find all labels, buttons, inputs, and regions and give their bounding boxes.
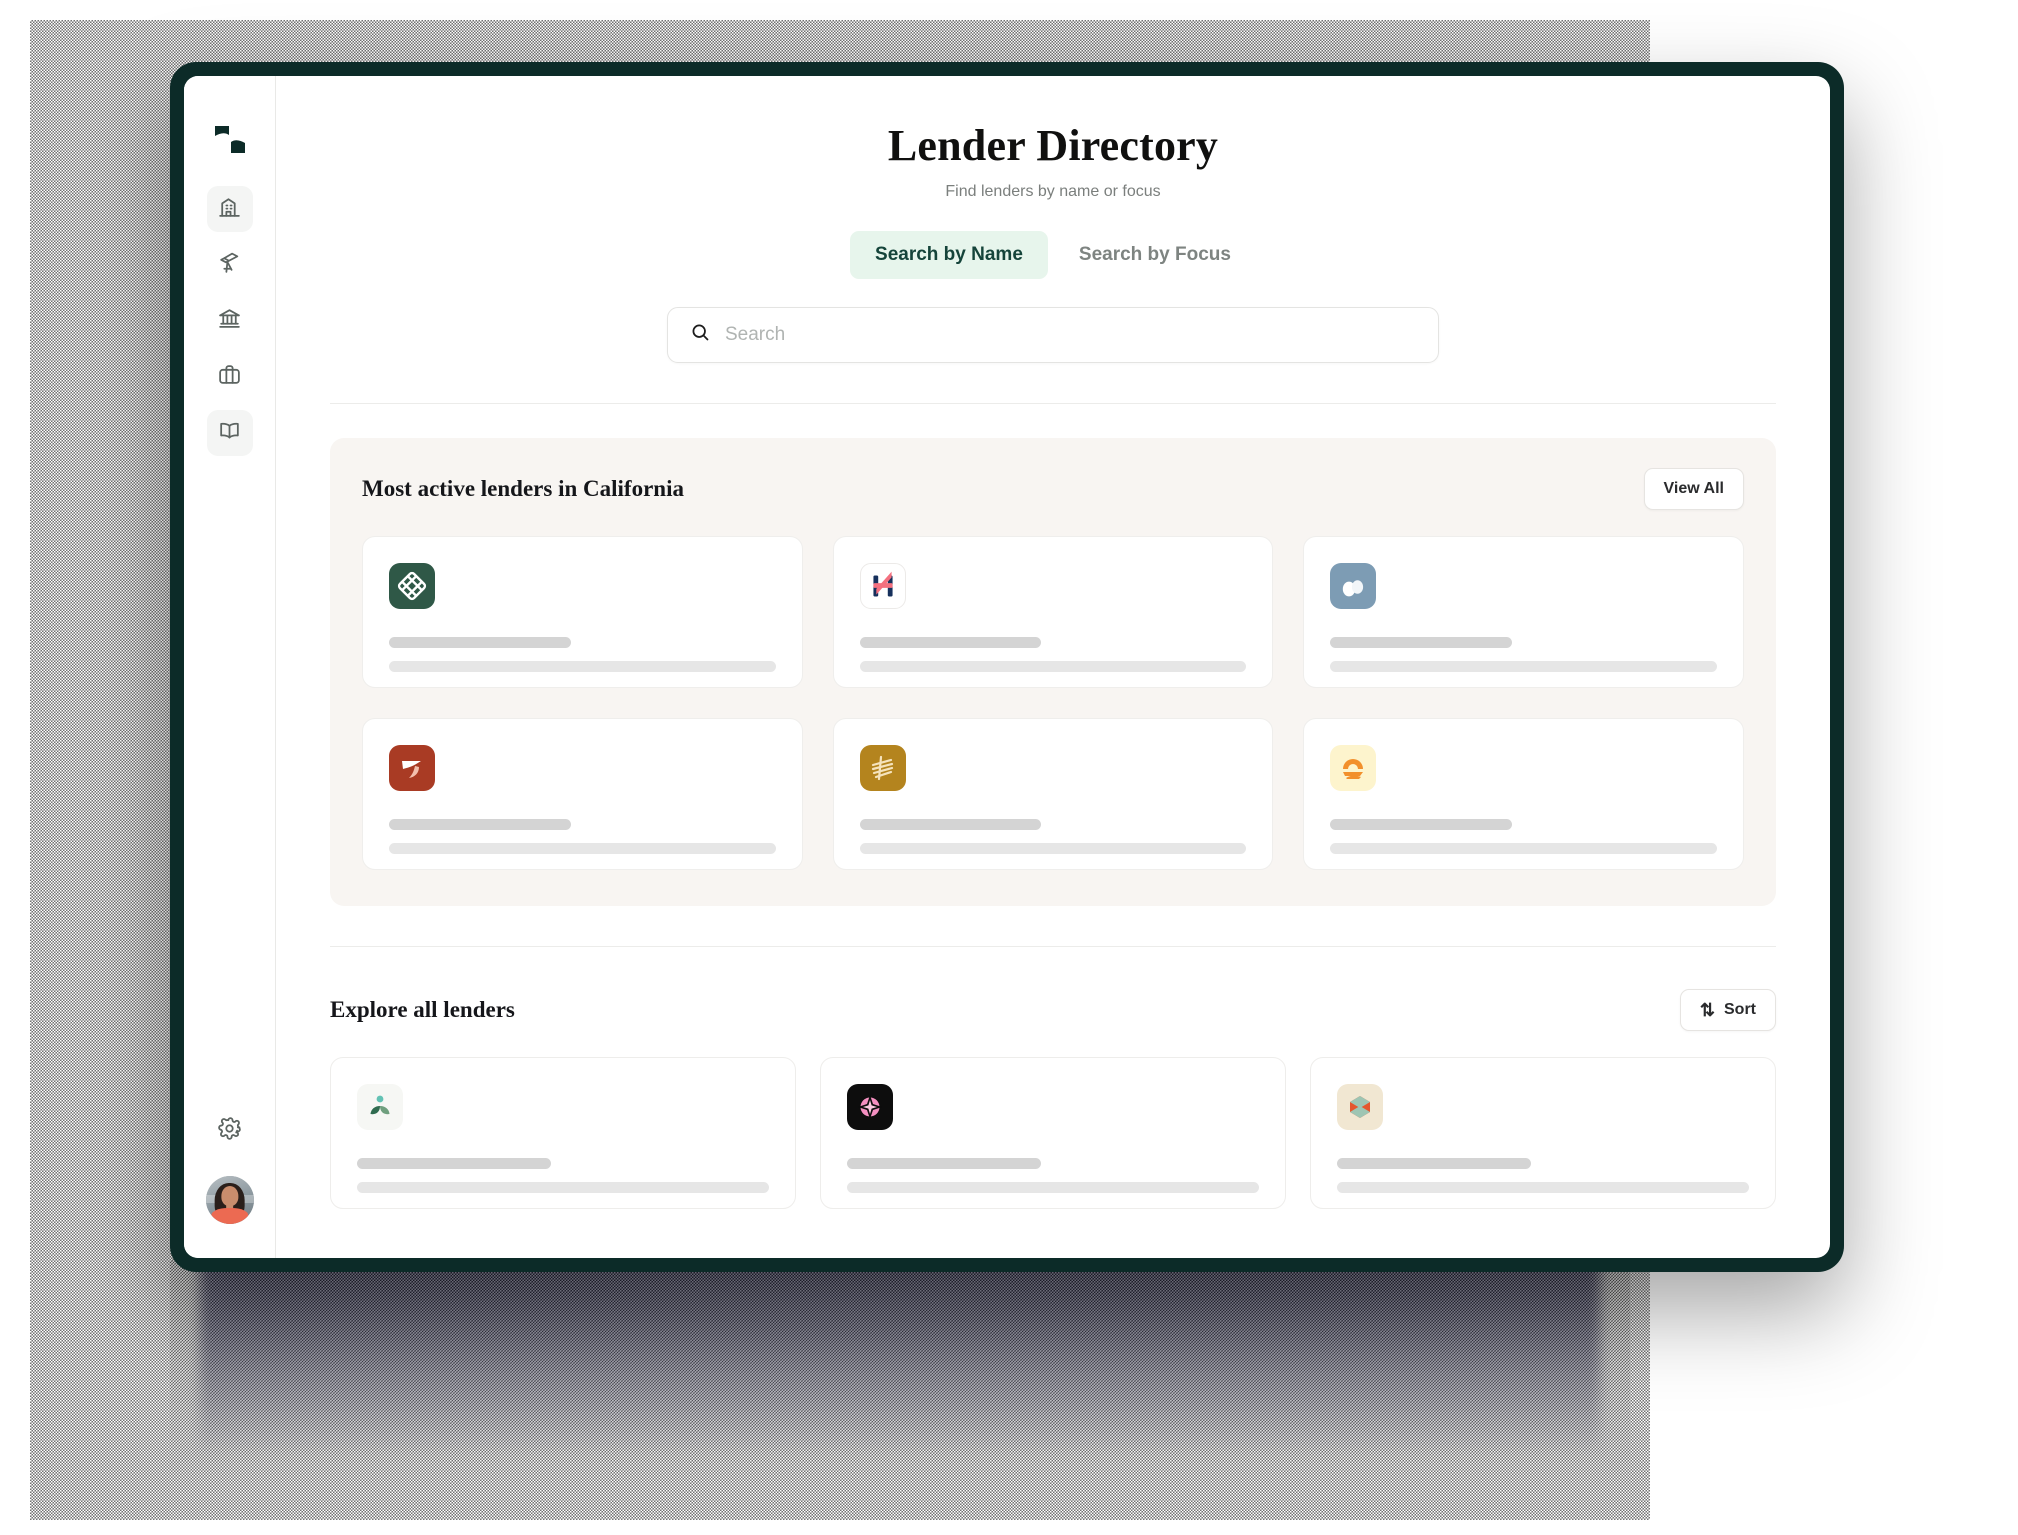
search-icon <box>690 322 711 348</box>
cloud-blob-logo <box>1330 563 1377 609</box>
pink-sparkle-logo <box>847 1084 893 1130</box>
sidebar-item-portfolio[interactable] <box>207 354 253 400</box>
tab-search-by-name[interactable]: Search by Name <box>850 231 1048 279</box>
sidebar-item-discover[interactable] <box>207 242 253 288</box>
diagonal-lines-logo <box>859 745 906 791</box>
lender-card[interactable] <box>362 718 803 870</box>
tab-search-by-focus[interactable]: Search by Focus <box>1054 231 1256 279</box>
skeleton-line-secondary <box>1330 843 1717 854</box>
woven-diamond-logo <box>389 563 435 609</box>
sort-arrows-icon: ⇅ <box>1699 1000 1715 1020</box>
h-monogram-logo <box>859 563 906 609</box>
avatar-face <box>220 1185 239 1206</box>
sidebar-nav-list <box>206 186 253 456</box>
lender-card[interactable] <box>1303 536 1744 688</box>
search-box[interactable] <box>667 307 1439 363</box>
sidebar <box>184 76 276 1258</box>
main-content: Lender Directory Find lenders by name or… <box>276 76 1830 1258</box>
sidebar-item-companies[interactable] <box>206 186 253 232</box>
page-title: Lender Directory <box>887 121 1219 170</box>
leaf-swoosh-logo <box>389 745 435 791</box>
bank-icon <box>217 306 242 336</box>
featured-panel-header: Most active lenders in California View A… <box>362 468 1744 510</box>
lender-card[interactable] <box>820 1057 1286 1209</box>
explore-lenders-section: Explore all lenders ⇅ Sort <box>330 989 1776 1219</box>
sidebar-item-lenders[interactable] <box>207 298 253 344</box>
search-input[interactable] <box>725 324 1416 346</box>
skeleton-line-primary <box>389 819 571 830</box>
skeleton-line-primary <box>859 637 1042 648</box>
view-all-button[interactable]: View All <box>1643 468 1744 510</box>
bottom-noise <box>170 1260 1630 1490</box>
lender-card[interactable] <box>330 1057 796 1209</box>
skeleton-line-primary <box>1337 1158 1531 1169</box>
search-section <box>330 307 1776 363</box>
building-icon <box>217 194 242 224</box>
skeleton-line-secondary <box>859 843 1247 854</box>
lender-card[interactable] <box>832 718 1274 870</box>
lender-card[interactable] <box>362 536 803 688</box>
briefcase-icon <box>217 362 242 392</box>
avatar-shirt <box>210 1207 249 1224</box>
skeleton-line-secondary <box>1330 661 1717 672</box>
featured-lenders-panel: Most active lenders in California View A… <box>330 438 1776 906</box>
app-logo[interactable] <box>213 122 247 156</box>
search-mode-tabs: Search by Name Search by Focus <box>330 231 1776 279</box>
skeleton-line-primary <box>389 637 571 648</box>
skeleton-line-secondary <box>389 843 776 854</box>
skeleton-line-primary <box>859 819 1042 830</box>
skeleton-line-primary <box>1330 637 1513 648</box>
iso-cube-logo <box>1337 1084 1383 1130</box>
featured-panel-title: Most active lenders in California <box>362 476 684 501</box>
explore-header: Explore all lenders ⇅ Sort <box>330 989 1776 1031</box>
device-frame: Lender Directory Find lenders by name or… <box>170 62 1844 1272</box>
sort-button[interactable]: ⇅ Sort <box>1679 989 1776 1031</box>
app-window: Lender Directory Find lenders by name or… <box>184 76 1830 1258</box>
skeleton-line-secondary <box>389 661 776 672</box>
telescope-icon <box>217 250 242 280</box>
skeleton-line-primary <box>847 1158 1041 1169</box>
explore-title: Explore all lenders <box>330 997 515 1022</box>
sunrise-hills-logo <box>1330 745 1377 791</box>
sprout-logo <box>357 1084 403 1130</box>
gear-icon <box>217 1116 242 1146</box>
explore-divider <box>330 946 1776 947</box>
user-avatar[interactable] <box>205 1176 254 1224</box>
sidebar-item-library[interactable] <box>206 410 253 456</box>
explore-card-grid <box>330 1057 1776 1209</box>
sort-button-label: Sort <box>1724 1001 1756 1018</box>
lender-card[interactable] <box>1310 1057 1776 1209</box>
skeleton-line-primary <box>1330 819 1513 830</box>
skeleton-line-secondary <box>357 1182 769 1193</box>
page-header: Lender Directory Find lenders by name or… <box>330 76 1776 201</box>
skeleton-line-secondary <box>859 661 1247 672</box>
lender-card[interactable] <box>1303 718 1744 870</box>
header-divider <box>330 403 1776 404</box>
book-icon <box>217 418 242 448</box>
lender-card[interactable] <box>832 536 1274 688</box>
skeleton-line-secondary <box>847 1182 1259 1193</box>
skeleton-line-secondary <box>1337 1182 1749 1193</box>
sidebar-item-settings[interactable] <box>207 1108 253 1154</box>
featured-card-grid <box>362 536 1744 870</box>
page-subtitle: Find lenders by name or focus <box>945 183 1161 200</box>
sidebar-bottom <box>205 1108 254 1224</box>
skeleton-line-primary <box>357 1158 551 1169</box>
